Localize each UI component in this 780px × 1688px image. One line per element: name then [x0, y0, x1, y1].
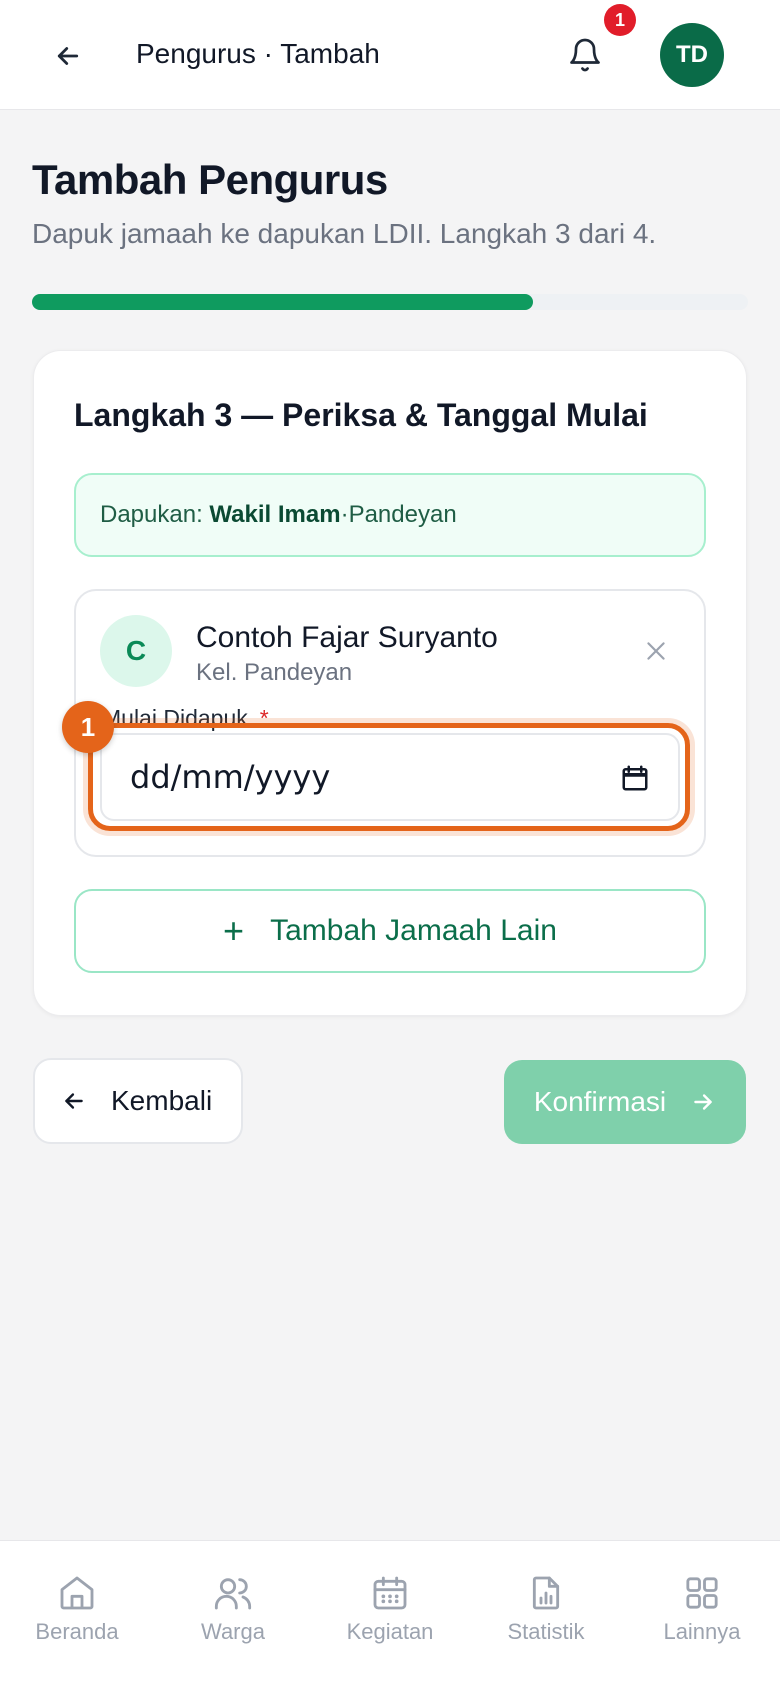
- nav-label-kegiatan: Kegiatan: [346, 1619, 434, 1644]
- step-title: Langkah 3 — Periksa & Tanggal Mulai: [74, 397, 648, 433]
- confirm-button[interactable]: Konfirmasi: [504, 1060, 746, 1144]
- close-icon: [647, 642, 665, 660]
- dapukan-separator: ·: [340, 501, 349, 528]
- step-progress-bar: [32, 294, 748, 310]
- nav-label-statistik: Statistik: [507, 1619, 585, 1644]
- nav-label-warga: Warga: [201, 1619, 265, 1644]
- calendar-icon[interactable]: [620, 763, 650, 793]
- plus-icon: +: [223, 910, 245, 951]
- page-title: Tambah Pengurus: [32, 156, 388, 203]
- person-avatar: C: [100, 615, 172, 687]
- step-marker-badge: 1: [62, 701, 114, 753]
- header-title: Pengurus · Tambah: [136, 38, 380, 69]
- dapukan-info: Dapukan: Wakil Imam · Pandeyan: [74, 473, 706, 557]
- person-name: Contoh Fajar Suryanto: [196, 621, 498, 654]
- back-step-label: Kembali: [111, 1085, 213, 1116]
- dapukan-location: Pandeyan: [348, 501, 457, 528]
- calendar-icon: [373, 1576, 407, 1610]
- nav-item-kegiatan[interactable]: Kegiatan: [315, 1573, 465, 1645]
- start-date-input[interactable]: dd/mm/yyyy: [100, 733, 680, 821]
- grid-icon: [686, 1577, 718, 1609]
- page-subtitle: Dapuk jamaah ke dapukan LDII. Langkah 3 …: [32, 218, 657, 249]
- users-icon: [214, 1578, 252, 1610]
- nav-item-warga[interactable]: Warga: [158, 1573, 308, 1645]
- arrow-left-icon: [57, 47, 79, 65]
- app-header: Pengurus · Tambah 1 TD: [0, 0, 780, 110]
- add-button-label: Tambah Jamaah Lain: [270, 914, 557, 947]
- dapukan-label: Dapukan:: [100, 501, 203, 528]
- user-avatar[interactable]: TD: [660, 23, 724, 87]
- nav-item-statistik[interactable]: Statistik: [471, 1573, 621, 1645]
- back-step-button[interactable]: Kembali: [33, 1058, 243, 1144]
- arrow-left-icon: [61, 1088, 87, 1114]
- selected-person-card: C Contoh Fajar Suryanto Kel. Pandeyan Mu…: [62, 589, 706, 857]
- person-kelompok: Kel. Pandeyan: [196, 659, 353, 686]
- date-placeholder: dd/mm/yyyy: [130, 758, 331, 796]
- chart-file-icon: [532, 1576, 560, 1610]
- nav-item-beranda[interactable]: Beranda: [2, 1573, 152, 1645]
- bottom-nav: Beranda Warga Kegiatan Statistik Lainnya: [0, 1540, 780, 1688]
- back-button[interactable]: [46, 34, 90, 78]
- dapukan-role: Wakil Imam: [209, 501, 341, 528]
- remove-person-button[interactable]: [636, 631, 676, 671]
- step-card: Langkah 3 — Periksa & Tanggal Mulai Dapu…: [33, 350, 747, 1016]
- add-another-jamaah-button[interactable]: + Tambah Jamaah Lain: [74, 889, 706, 973]
- notification-badge: 1: [604, 4, 636, 36]
- nav-label-beranda: Beranda: [35, 1619, 119, 1644]
- step-progress-fill: [32, 294, 534, 310]
- nav-item-lainnya[interactable]: Lainnya: [627, 1573, 777, 1645]
- arrow-right-icon: [690, 1089, 716, 1115]
- nav-label-lainnya: Lainnya: [663, 1619, 741, 1644]
- bell-icon: [570, 38, 600, 72]
- notification-button[interactable]: [560, 30, 610, 80]
- home-icon: [60, 1576, 94, 1610]
- confirm-label: Konfirmasi: [533, 1086, 667, 1117]
